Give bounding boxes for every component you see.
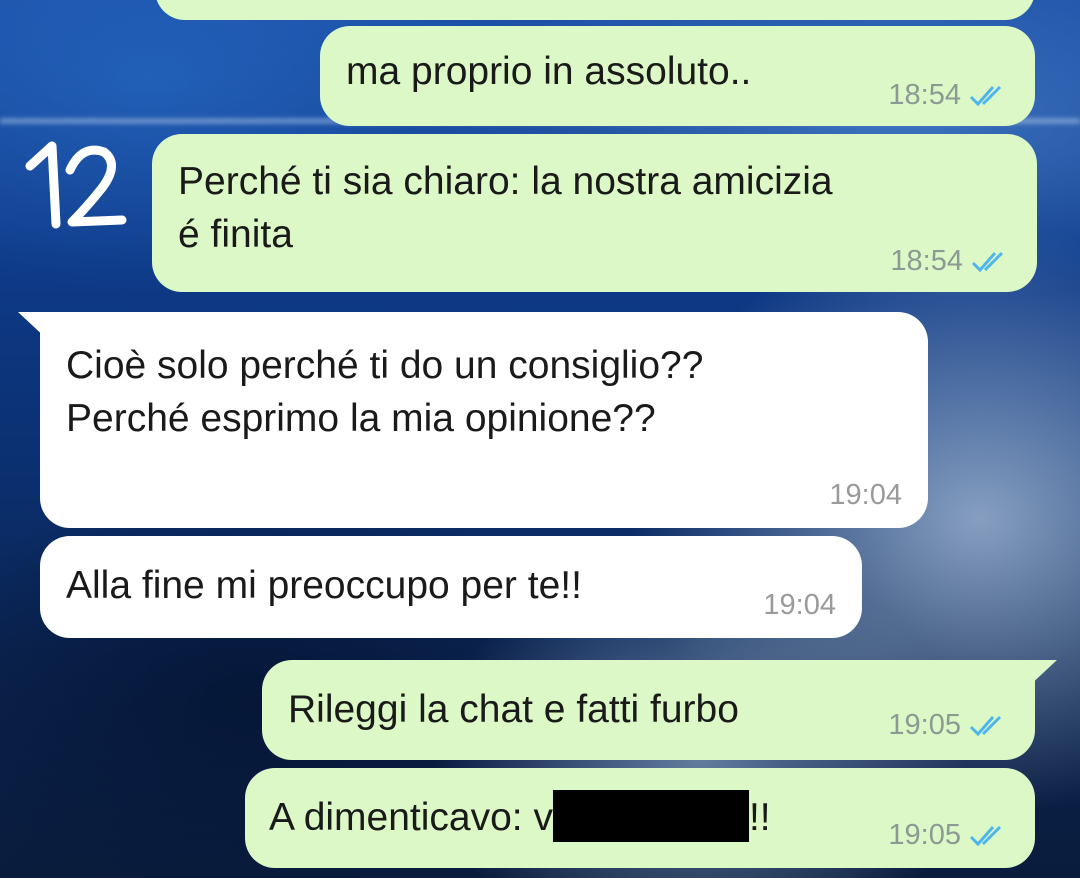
message-bubble-incoming[interactable]: Cioè solo perché ti do un consiglio?? Pe…: [18, 312, 928, 528]
handwritten-annotation-12: [22, 136, 132, 241]
double-check-icon: [969, 713, 1013, 739]
message-time: 19:04: [829, 479, 902, 511]
bubble-tail: [18, 312, 48, 340]
double-check-icon: [971, 249, 1015, 275]
message-bubble-outgoing[interactable]: Rileggi la chat e fatti furbo 19:05: [262, 660, 1057, 760]
message-time: 18:54: [888, 79, 961, 111]
message-text: Perché ti sia chiaro: la nostra amicizia…: [178, 160, 833, 256]
message-text-after: !!: [748, 796, 771, 839]
message-time: 18:54: [890, 245, 963, 277]
message-bubble-outgoing[interactable]: ma proprio in assoluto.. 18:54: [320, 26, 1035, 126]
message-bubble-outgoing[interactable]: Perché ti sia chiaro: la nostra amicizia…: [152, 134, 1037, 292]
message-text: ma proprio in assoluto..: [346, 50, 752, 93]
message-time: 19:05: [888, 819, 961, 851]
message-text: Cioè solo perché ti do un consiglio?? Pe…: [66, 344, 704, 440]
message-bubble-incoming[interactable]: Alla fine mi preoccupo per te!! 19:04: [40, 536, 862, 638]
redaction-box: [552, 790, 749, 842]
message-time: 19:05: [888, 709, 961, 741]
message-bubble-outgoing-cut[interactable]: [155, 0, 1035, 20]
message-bubble-outgoing[interactable]: A dimenticavo: v!! 19:05: [245, 768, 1035, 868]
message-time: 19:04: [763, 589, 836, 621]
message-text: A dimenticavo: v!!: [269, 790, 771, 845]
message-text: Rileggi la chat e fatti furbo: [288, 688, 739, 731]
message-text-before: A dimenticavo: v: [269, 796, 553, 839]
bubble-tail: [1027, 660, 1057, 688]
double-check-icon: [969, 83, 1013, 109]
message-text: Alla fine mi preoccupo per te!!: [66, 564, 582, 607]
double-check-icon: [969, 823, 1013, 849]
